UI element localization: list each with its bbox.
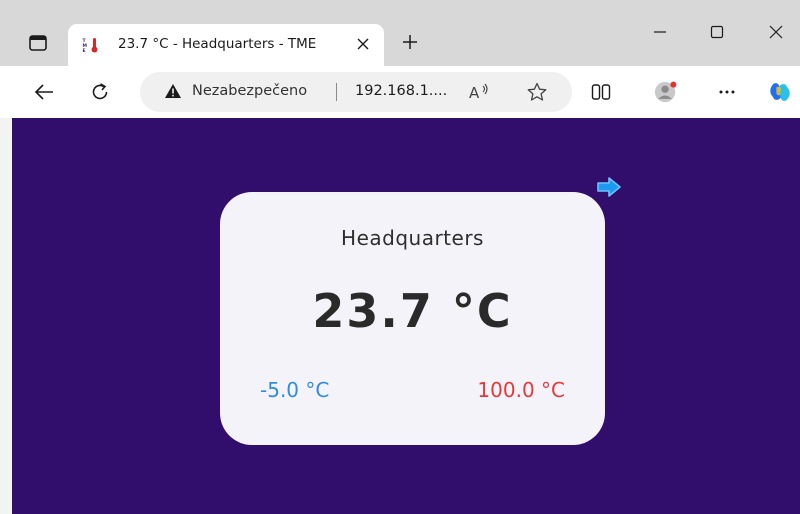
max-temperature: 100.0 °C [477, 378, 565, 402]
more-dots-icon [719, 90, 735, 94]
security-status-label[interactable]: Nezabezpečeno [192, 83, 307, 99]
address-bar[interactable]: Nezabezpečeno 192.168.1.... A [140, 72, 572, 112]
back-arrow-icon [34, 84, 53, 100]
page-content: Headquarters 23.7 °C -5.0 °C 100.0 °C [12, 118, 800, 514]
browser-toolbar: Nezabezpečeno 192.168.1.... A [0, 66, 800, 118]
omnibox-divider [336, 83, 337, 101]
url-text[interactable]: 192.168.1.... [355, 83, 447, 99]
read-aloud-icon[interactable]: A [468, 82, 490, 102]
refresh-icon [92, 83, 108, 100]
location-title: Headquarters [341, 226, 484, 250]
close-icon [769, 25, 783, 39]
tab-close-button[interactable] [354, 35, 372, 53]
profile-button[interactable] [654, 80, 678, 104]
current-temperature: 23.7 °C [312, 284, 513, 338]
back-button[interactable] [32, 80, 56, 104]
tab-strip: T M E 23.7 °C - Headquarters - TME [0, 0, 800, 66]
warning-triangle-icon [165, 84, 181, 98]
star-icon[interactable] [526, 82, 548, 102]
copilot-icon [770, 83, 790, 101]
browser-window: T M E 23.7 °C - Headquarters - TME Nezab… [0, 0, 800, 514]
more-button[interactable] [715, 80, 739, 104]
thermometer-favicon-icon: T M E [82, 37, 98, 53]
tab-title: 23.7 °C - Headquarters - TME [118, 36, 317, 52]
right-arrow-icon[interactable] [596, 176, 622, 198]
plus-icon [403, 35, 417, 49]
maximize-icon [710, 25, 724, 39]
active-tab[interactable]: T M E 23.7 °C - Headquarters - TME [68, 24, 384, 66]
svg-text:E: E [83, 48, 86, 53]
split-screen-icon [591, 84, 611, 100]
profile-avatar-icon [654, 81, 677, 103]
tab-actions-icon [29, 35, 47, 51]
close-icon [357, 38, 369, 50]
split-screen-button[interactable] [589, 80, 613, 104]
minimize-icon [654, 31, 666, 33]
min-temperature: -5.0 °C [260, 378, 330, 402]
maximize-button[interactable] [697, 18, 737, 46]
new-tab-button[interactable] [398, 30, 422, 54]
minimize-button[interactable] [640, 18, 680, 46]
temperature-card: Headquarters 23.7 °C -5.0 °C 100.0 °C [220, 192, 605, 445]
copilot-button[interactable] [768, 80, 792, 104]
refresh-button[interactable] [88, 80, 112, 104]
close-window-button[interactable] [756, 18, 796, 46]
tab-actions-button[interactable] [24, 31, 52, 55]
svg-text:A: A [469, 84, 480, 102]
